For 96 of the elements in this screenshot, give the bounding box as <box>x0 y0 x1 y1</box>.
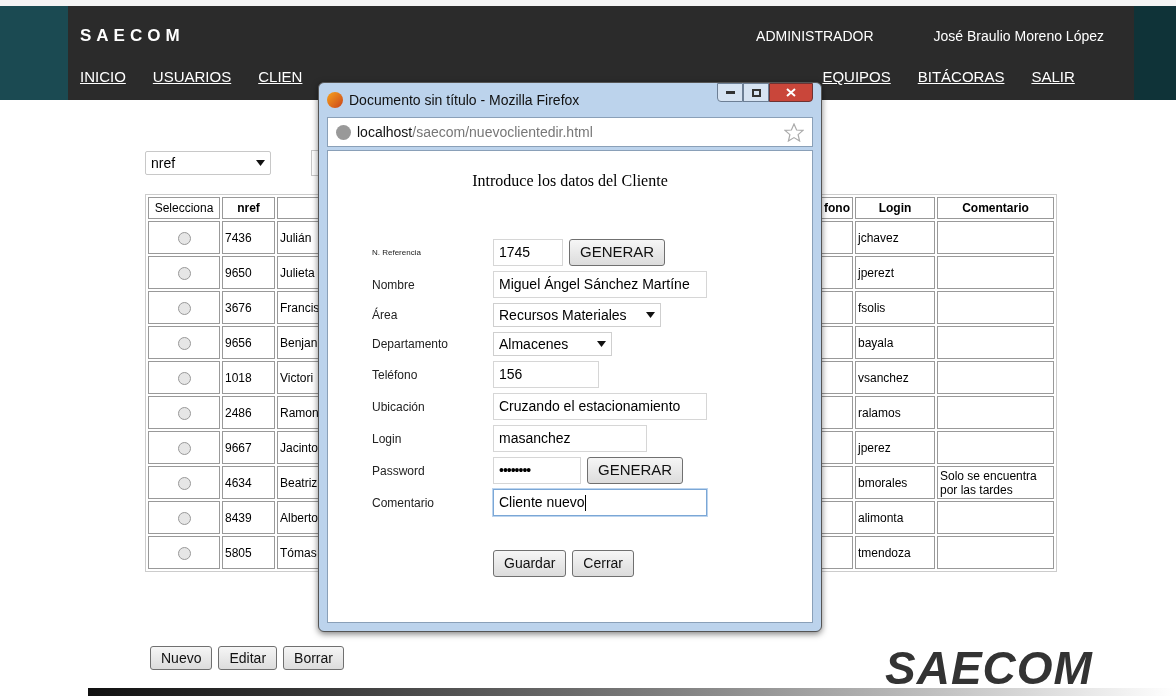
caret-icon <box>646 312 655 318</box>
column-header: Selecciona <box>154 201 214 215</box>
field-label: Área <box>372 306 399 324</box>
table-cell: 1018 <box>225 370 252 385</box>
column-header: Login <box>878 201 912 215</box>
caret-icon <box>256 160 265 166</box>
nav-link[interactable]: CLIEN <box>258 66 303 89</box>
table-cell: Francis <box>280 300 320 315</box>
field-label: Ubicación <box>372 398 426 416</box>
input-field[interactable]: Cliente nuevo <box>493 489 707 516</box>
table-cell: Julián <box>280 230 312 245</box>
logo: SAECOM <box>885 645 1093 691</box>
radio-button[interactable] <box>177 441 191 455</box>
table-cell: Victori <box>280 370 314 385</box>
input-field[interactable]: masanchez <box>493 425 647 452</box>
field-label: Teléfono <box>372 366 419 384</box>
table-cell: ralamos <box>858 405 901 420</box>
column-header: nref <box>237 201 260 215</box>
form-button[interactable]: Cerrar <box>572 550 635 577</box>
table-cell: jchavez <box>858 230 899 245</box>
input-field[interactable]: 1745 <box>493 239 563 266</box>
radio-button[interactable] <box>177 301 191 315</box>
field-label: N. Referencia <box>372 246 422 259</box>
action-button[interactable]: Borrar <box>283 646 344 670</box>
input-field[interactable]: Cruzando el estacionamiento <box>493 393 707 420</box>
action-button[interactable]: Editar <box>218 646 278 670</box>
radio-button[interactable] <box>177 371 191 385</box>
radio-button[interactable] <box>177 266 191 280</box>
close-icon <box>786 88 796 97</box>
input-field[interactable]: 156 <box>493 361 599 388</box>
url-text: localhost/saecom/nuevoclientedir.html <box>357 122 593 142</box>
table-cell: tmendoza <box>858 545 911 560</box>
table-cell: Ramon <box>280 405 319 420</box>
table-cell: Jacinto <box>280 440 319 455</box>
globe-icon <box>336 124 351 140</box>
table-cell: alimonta <box>858 510 904 525</box>
table-cell: 8439 <box>225 510 252 525</box>
table-cell: bmorales <box>858 475 908 490</box>
table-cell: jperez <box>858 440 891 455</box>
column-header: Comentario <box>962 201 1029 215</box>
table-cell: Alberto <box>280 510 319 525</box>
browser-icon <box>327 92 343 108</box>
address-bar[interactable]: localhost/saecom/nuevoclientedir.html <box>327 117 813 147</box>
input-field[interactable]: •••••••• <box>493 457 581 484</box>
radio-button[interactable] <box>177 336 191 350</box>
table-cell: 9656 <box>225 335 252 350</box>
user-name: José Braulio Moreno López <box>933 26 1104 46</box>
role-label: ADMINISTRADOR <box>756 26 874 46</box>
table-cell: 9667 <box>225 440 252 455</box>
minimize-button[interactable] <box>717 83 743 102</box>
table-cell: Solo se encuentra por las tardes <box>940 468 1037 497</box>
table-cell: 4634 <box>225 475 252 490</box>
table-cell: fsolis <box>858 300 886 315</box>
nav-link[interactable]: USUARIOS <box>152 66 232 89</box>
generate-button[interactable]: GENERAR <box>569 239 666 266</box>
nav-link[interactable]: INICIO <box>80 66 126 89</box>
nav-link[interactable]: BITÁCORAS <box>917 66 1005 89</box>
table-cell: Tómas <box>280 545 317 560</box>
field-label: Password <box>372 462 426 480</box>
table-cell: bayala <box>858 335 894 350</box>
input-field[interactable]: Miguel Ángel Sánchez Martíne <box>493 271 707 298</box>
field-select[interactable]: nref <box>145 151 271 175</box>
caret-icon <box>597 341 606 347</box>
table-cell: Benjan <box>280 335 318 350</box>
maximize-button[interactable] <box>743 83 769 102</box>
table-cell: Julieta <box>280 265 315 280</box>
table-cell: 5805 <box>225 545 252 560</box>
generate-button[interactable]: GENERAR <box>587 457 684 484</box>
radio-button[interactable] <box>177 511 191 525</box>
field-label: Login <box>372 430 403 448</box>
table-cell: 2486 <box>225 405 252 420</box>
dropdown[interactable]: Almacenes <box>493 332 612 356</box>
nav-link[interactable]: SALIR <box>1031 66 1075 89</box>
form-title: Introduce los datos del Cliente <box>472 171 668 191</box>
table-cell: 7436 <box>225 230 252 245</box>
field-label: Departamento <box>372 336 450 353</box>
field-label: Comentario <box>372 494 436 512</box>
radio-button[interactable] <box>177 546 191 560</box>
close-button[interactable] <box>769 83 813 102</box>
form-button[interactable]: Guardar <box>493 550 567 577</box>
action-button[interactable]: Nuevo <box>150 646 213 670</box>
table-cell: Beatriz <box>280 475 318 490</box>
brand-title: SAECOM <box>80 25 185 48</box>
dropdown[interactable]: Recursos Materiales <box>493 303 661 327</box>
window-title: Documento sin título - Mozilla Firefox <box>349 90 580 110</box>
column-header: fono <box>824 201 850 215</box>
radio-button[interactable] <box>177 476 191 490</box>
table-cell: 3676 <box>225 300 252 315</box>
radio-button[interactable] <box>177 406 191 420</box>
field-label: Nombre <box>372 276 416 294</box>
table-cell: 9650 <box>225 265 252 280</box>
nav-link[interactable]: EQUIPOS <box>822 66 891 89</box>
star-icon[interactable] <box>784 122 804 142</box>
table-cell: jperezt <box>858 265 895 280</box>
table-cell: vsanchez <box>858 370 909 385</box>
radio-button[interactable] <box>177 231 191 245</box>
